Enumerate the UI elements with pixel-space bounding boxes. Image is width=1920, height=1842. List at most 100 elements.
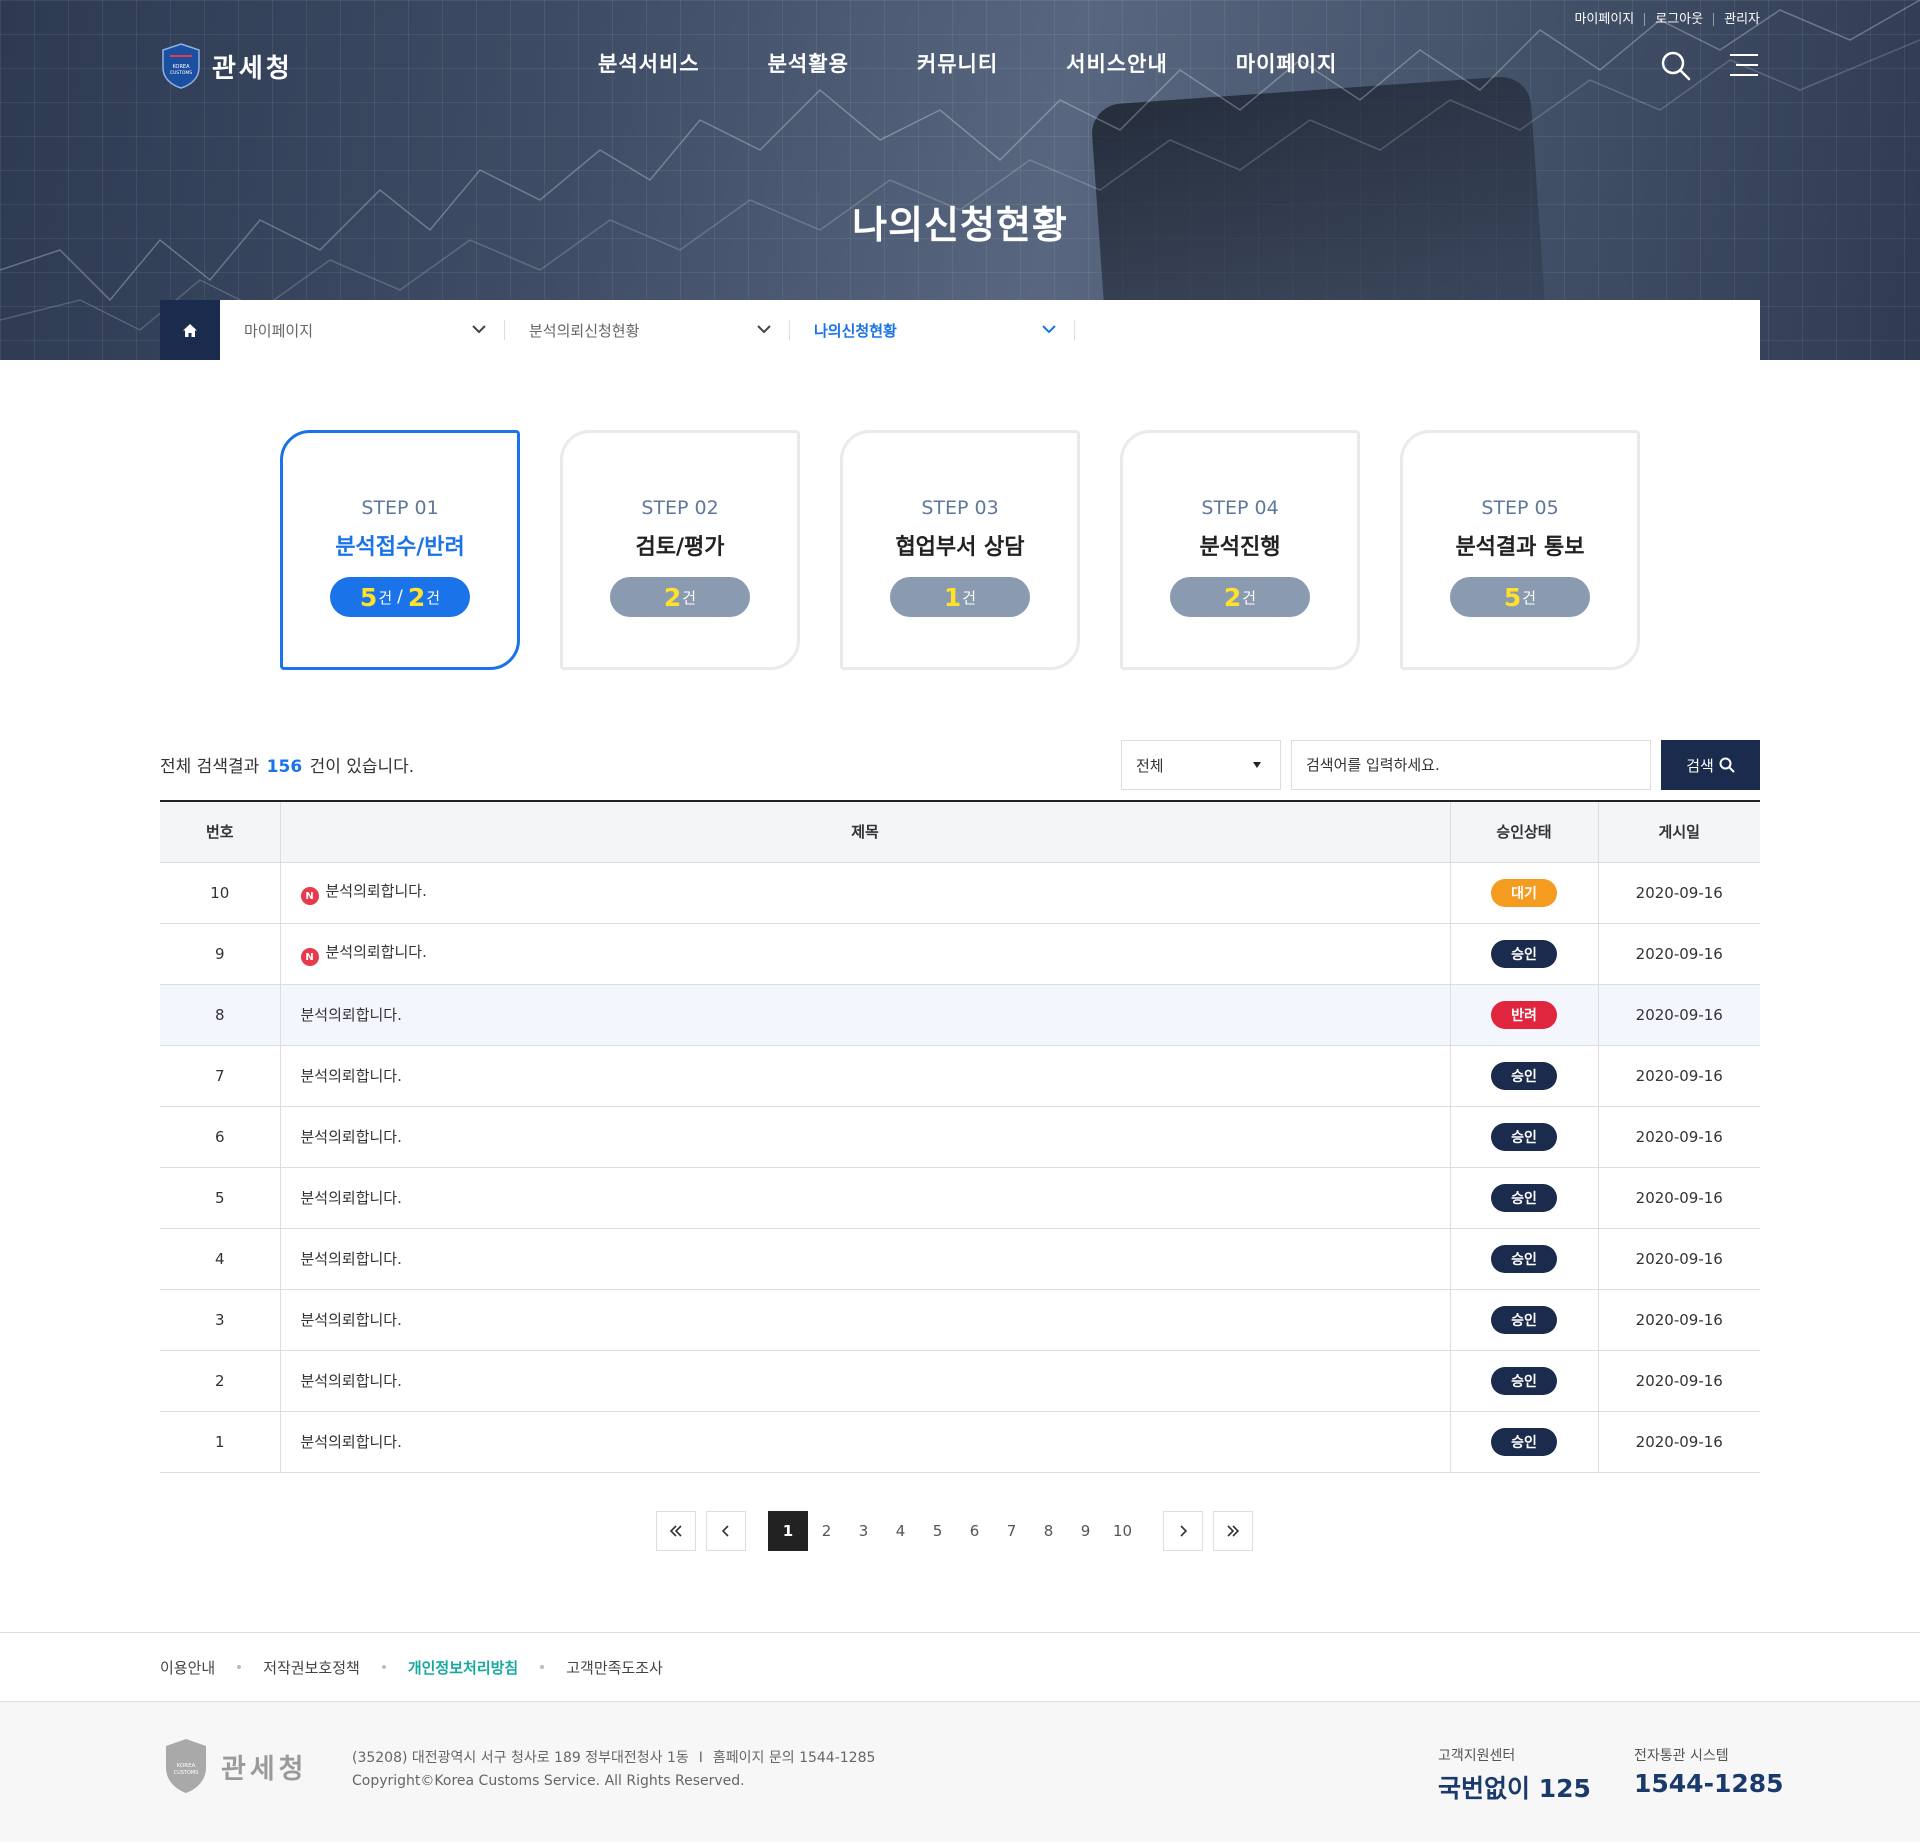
search-icon[interactable] bbox=[1660, 50, 1692, 82]
step-card-4[interactable]: STEP 04 분석진행 2건 bbox=[1120, 430, 1360, 670]
table-row[interactable]: 2 분석의뢰합니다. 승인 2020-09-16 bbox=[160, 1350, 1760, 1412]
table-row[interactable]: 4 분석의뢰합니다. 승인 2020-09-16 bbox=[160, 1228, 1760, 1290]
chevron-down-icon bbox=[1042, 325, 1056, 334]
row-title[interactable]: 분석의뢰합니다. bbox=[301, 1250, 402, 1268]
breadcrumb-dropdown-1[interactable]: 마이페이지 bbox=[220, 300, 505, 360]
row-date: 2020-09-16 bbox=[1597, 984, 1760, 1046]
step-unit: 건 bbox=[426, 588, 441, 607]
search-category-value: 전체 bbox=[1136, 756, 1164, 775]
step-count-badge: 5건 / 2건 bbox=[330, 577, 470, 617]
chevron-left-icon bbox=[722, 1525, 729, 1537]
row-title-cell[interactable]: 분석의뢰합니다. bbox=[279, 984, 1450, 1046]
home-button[interactable] bbox=[160, 300, 220, 360]
step-count: 5 bbox=[1503, 582, 1522, 612]
page-number-button[interactable]: 8 bbox=[1030, 1511, 1067, 1551]
util-mypage-link[interactable]: 마이페이지 bbox=[1564, 13, 1644, 26]
row-title-cell[interactable]: 분석의뢰합니다. bbox=[279, 1350, 1450, 1412]
step-card-1[interactable]: STEP 01 분석접수/반려 5건 / 2건 bbox=[280, 430, 520, 670]
step-count: 5 bbox=[359, 582, 378, 612]
row-title-cell[interactable]: 분석의뢰합니다. bbox=[279, 1167, 1450, 1229]
row-status-cell: 승인 bbox=[1449, 1228, 1598, 1290]
row-title[interactable]: 분석의뢰합니다. bbox=[326, 943, 427, 961]
table-row[interactable]: 9 N 분석의뢰합니다. 승인 2020-09-16 bbox=[160, 923, 1760, 985]
row-title[interactable]: 분석의뢰합니다. bbox=[301, 1189, 402, 1207]
footer-link-copyright[interactable]: 저작권보호정책 bbox=[263, 1657, 360, 1678]
step-name: 분석접수/반려 bbox=[335, 535, 465, 560]
next-page-button[interactable] bbox=[1163, 1511, 1203, 1551]
step-separator: / bbox=[397, 587, 403, 607]
nav-analysis-usage[interactable]: 분석활용 bbox=[768, 48, 849, 78]
search-input[interactable] bbox=[1291, 740, 1651, 790]
step-count: 2 bbox=[663, 582, 682, 612]
status-badge: 대기 bbox=[1491, 878, 1557, 907]
util-logout-link[interactable]: 로그아웃 bbox=[1644, 13, 1713, 26]
status-badge: 승인 bbox=[1491, 1427, 1557, 1456]
first-page-button[interactable] bbox=[656, 1511, 696, 1551]
row-number: 1 bbox=[160, 1411, 280, 1473]
e-customs-label: 전자통관 시스템 bbox=[1634, 1748, 1729, 1764]
row-title-cell[interactable]: N 분석의뢰합니다. bbox=[279, 862, 1450, 924]
util-admin-link[interactable]: 관리자 bbox=[1713, 13, 1760, 26]
customer-center-number: 국번없이 125 bbox=[1438, 1774, 1591, 1803]
step-unit: 건 bbox=[682, 588, 697, 607]
row-title-cell[interactable]: 분석의뢰합니다. bbox=[279, 1045, 1450, 1107]
table-row[interactable]: 6 분석의뢰합니다. 승인 2020-09-16 bbox=[160, 1106, 1760, 1168]
page-number-button[interactable]: 4 bbox=[882, 1511, 919, 1551]
row-title-cell[interactable]: 분석의뢰합니다. bbox=[279, 1289, 1450, 1351]
row-title-cell[interactable]: 분석의뢰합니다. bbox=[279, 1411, 1450, 1473]
page-number-button[interactable]: 1 bbox=[768, 1511, 808, 1551]
site-logo[interactable]: KOREA CUSTOMS 관세청 bbox=[160, 42, 293, 90]
table-row[interactable]: 8 분석의뢰합니다. 반려 2020-09-16 bbox=[160, 984, 1760, 1046]
nav-analysis-service[interactable]: 분석서비스 bbox=[598, 48, 700, 78]
status-badge: 승인 bbox=[1491, 1305, 1557, 1334]
table-row[interactable]: 1 분석의뢰합니다. 승인 2020-09-16 bbox=[160, 1411, 1760, 1473]
page-number-button[interactable]: 9 bbox=[1067, 1511, 1104, 1551]
page-number-button[interactable]: 6 bbox=[956, 1511, 993, 1551]
row-title[interactable]: 분석의뢰합니다. bbox=[326, 882, 427, 900]
footer-links: 이용안내 저작권보호정책 개인정보처리방침 고객만족도조사 bbox=[0, 1632, 1920, 1702]
page-number-button[interactable]: 3 bbox=[845, 1511, 882, 1551]
step-name: 협업부서 상담 bbox=[895, 535, 1025, 560]
nav-community[interactable]: 커뮤니티 bbox=[917, 48, 998, 78]
row-title[interactable]: 분석의뢰합니다. bbox=[301, 1311, 402, 1329]
search-category-select[interactable]: 전체 bbox=[1121, 740, 1281, 790]
double-chevron-right-icon bbox=[1227, 1525, 1240, 1537]
page-number-button[interactable]: 5 bbox=[919, 1511, 956, 1551]
row-title-cell[interactable]: 분석의뢰합니다. bbox=[279, 1106, 1450, 1168]
last-page-button[interactable] bbox=[1213, 1511, 1253, 1551]
row-title[interactable]: 분석의뢰합니다. bbox=[301, 1372, 402, 1390]
step-card-3[interactable]: STEP 03 협업부서 상담 1건 bbox=[840, 430, 1080, 670]
breadcrumb-dropdown-2[interactable]: 분석의뢰신청현황 bbox=[505, 300, 790, 360]
row-title[interactable]: 분석의뢰합니다. bbox=[301, 1006, 402, 1024]
step-card-2[interactable]: STEP 02 검토/평가 2건 bbox=[560, 430, 800, 670]
prev-page-button[interactable] bbox=[706, 1511, 746, 1551]
table-row[interactable]: 5 분석의뢰합니다. 승인 2020-09-16 bbox=[160, 1167, 1760, 1229]
nav-mypage[interactable]: 마이페이지 bbox=[1236, 48, 1338, 78]
page-number-button[interactable]: 2 bbox=[808, 1511, 845, 1551]
row-title[interactable]: 분석의뢰합니다. bbox=[301, 1128, 402, 1146]
footer-copyright: Copyright©Korea Customs Service. All Rig… bbox=[352, 1773, 745, 1789]
step-card-5[interactable]: STEP 05 분석결과 통보 5건 bbox=[1400, 430, 1640, 670]
footer-link-privacy[interactable]: 개인정보처리방침 bbox=[408, 1657, 518, 1678]
row-number: 4 bbox=[160, 1228, 280, 1290]
new-badge-icon: N bbox=[300, 948, 319, 967]
row-title[interactable]: 분석의뢰합니다. bbox=[301, 1067, 402, 1085]
row-title[interactable]: 분석의뢰합니다. bbox=[301, 1433, 402, 1451]
step-count-badge: 5건 bbox=[1450, 577, 1590, 617]
table-row[interactable]: 3 분석의뢰합니다. 승인 2020-09-16 bbox=[160, 1289, 1760, 1351]
footer-link-usage[interactable]: 이용안내 bbox=[160, 1657, 215, 1678]
hamburger-menu-icon[interactable] bbox=[1728, 52, 1760, 78]
nav-service-info[interactable]: 서비스안내 bbox=[1066, 48, 1168, 78]
table-row[interactable]: 7 분석의뢰합니다. 승인 2020-09-16 bbox=[160, 1045, 1760, 1107]
breadcrumb-dropdown-3[interactable]: 나의신청현황 bbox=[790, 300, 1075, 360]
step-count-badge: 1건 bbox=[890, 577, 1030, 617]
row-status-cell: 승인 bbox=[1449, 923, 1598, 985]
page-number-button[interactable]: 7 bbox=[993, 1511, 1030, 1551]
new-badge-icon: N bbox=[300, 887, 319, 906]
footer-link-survey[interactable]: 고객만족도조사 bbox=[566, 1657, 663, 1678]
row-title-cell[interactable]: 분석의뢰합니다. bbox=[279, 1228, 1450, 1290]
table-row[interactable]: 10 N 분석의뢰합니다. 대기 2020-09-16 bbox=[160, 862, 1760, 924]
row-title-cell[interactable]: N 분석의뢰합니다. bbox=[279, 923, 1450, 985]
page-number-button[interactable]: 10 bbox=[1104, 1511, 1141, 1551]
search-button[interactable]: 검색 bbox=[1661, 740, 1760, 790]
